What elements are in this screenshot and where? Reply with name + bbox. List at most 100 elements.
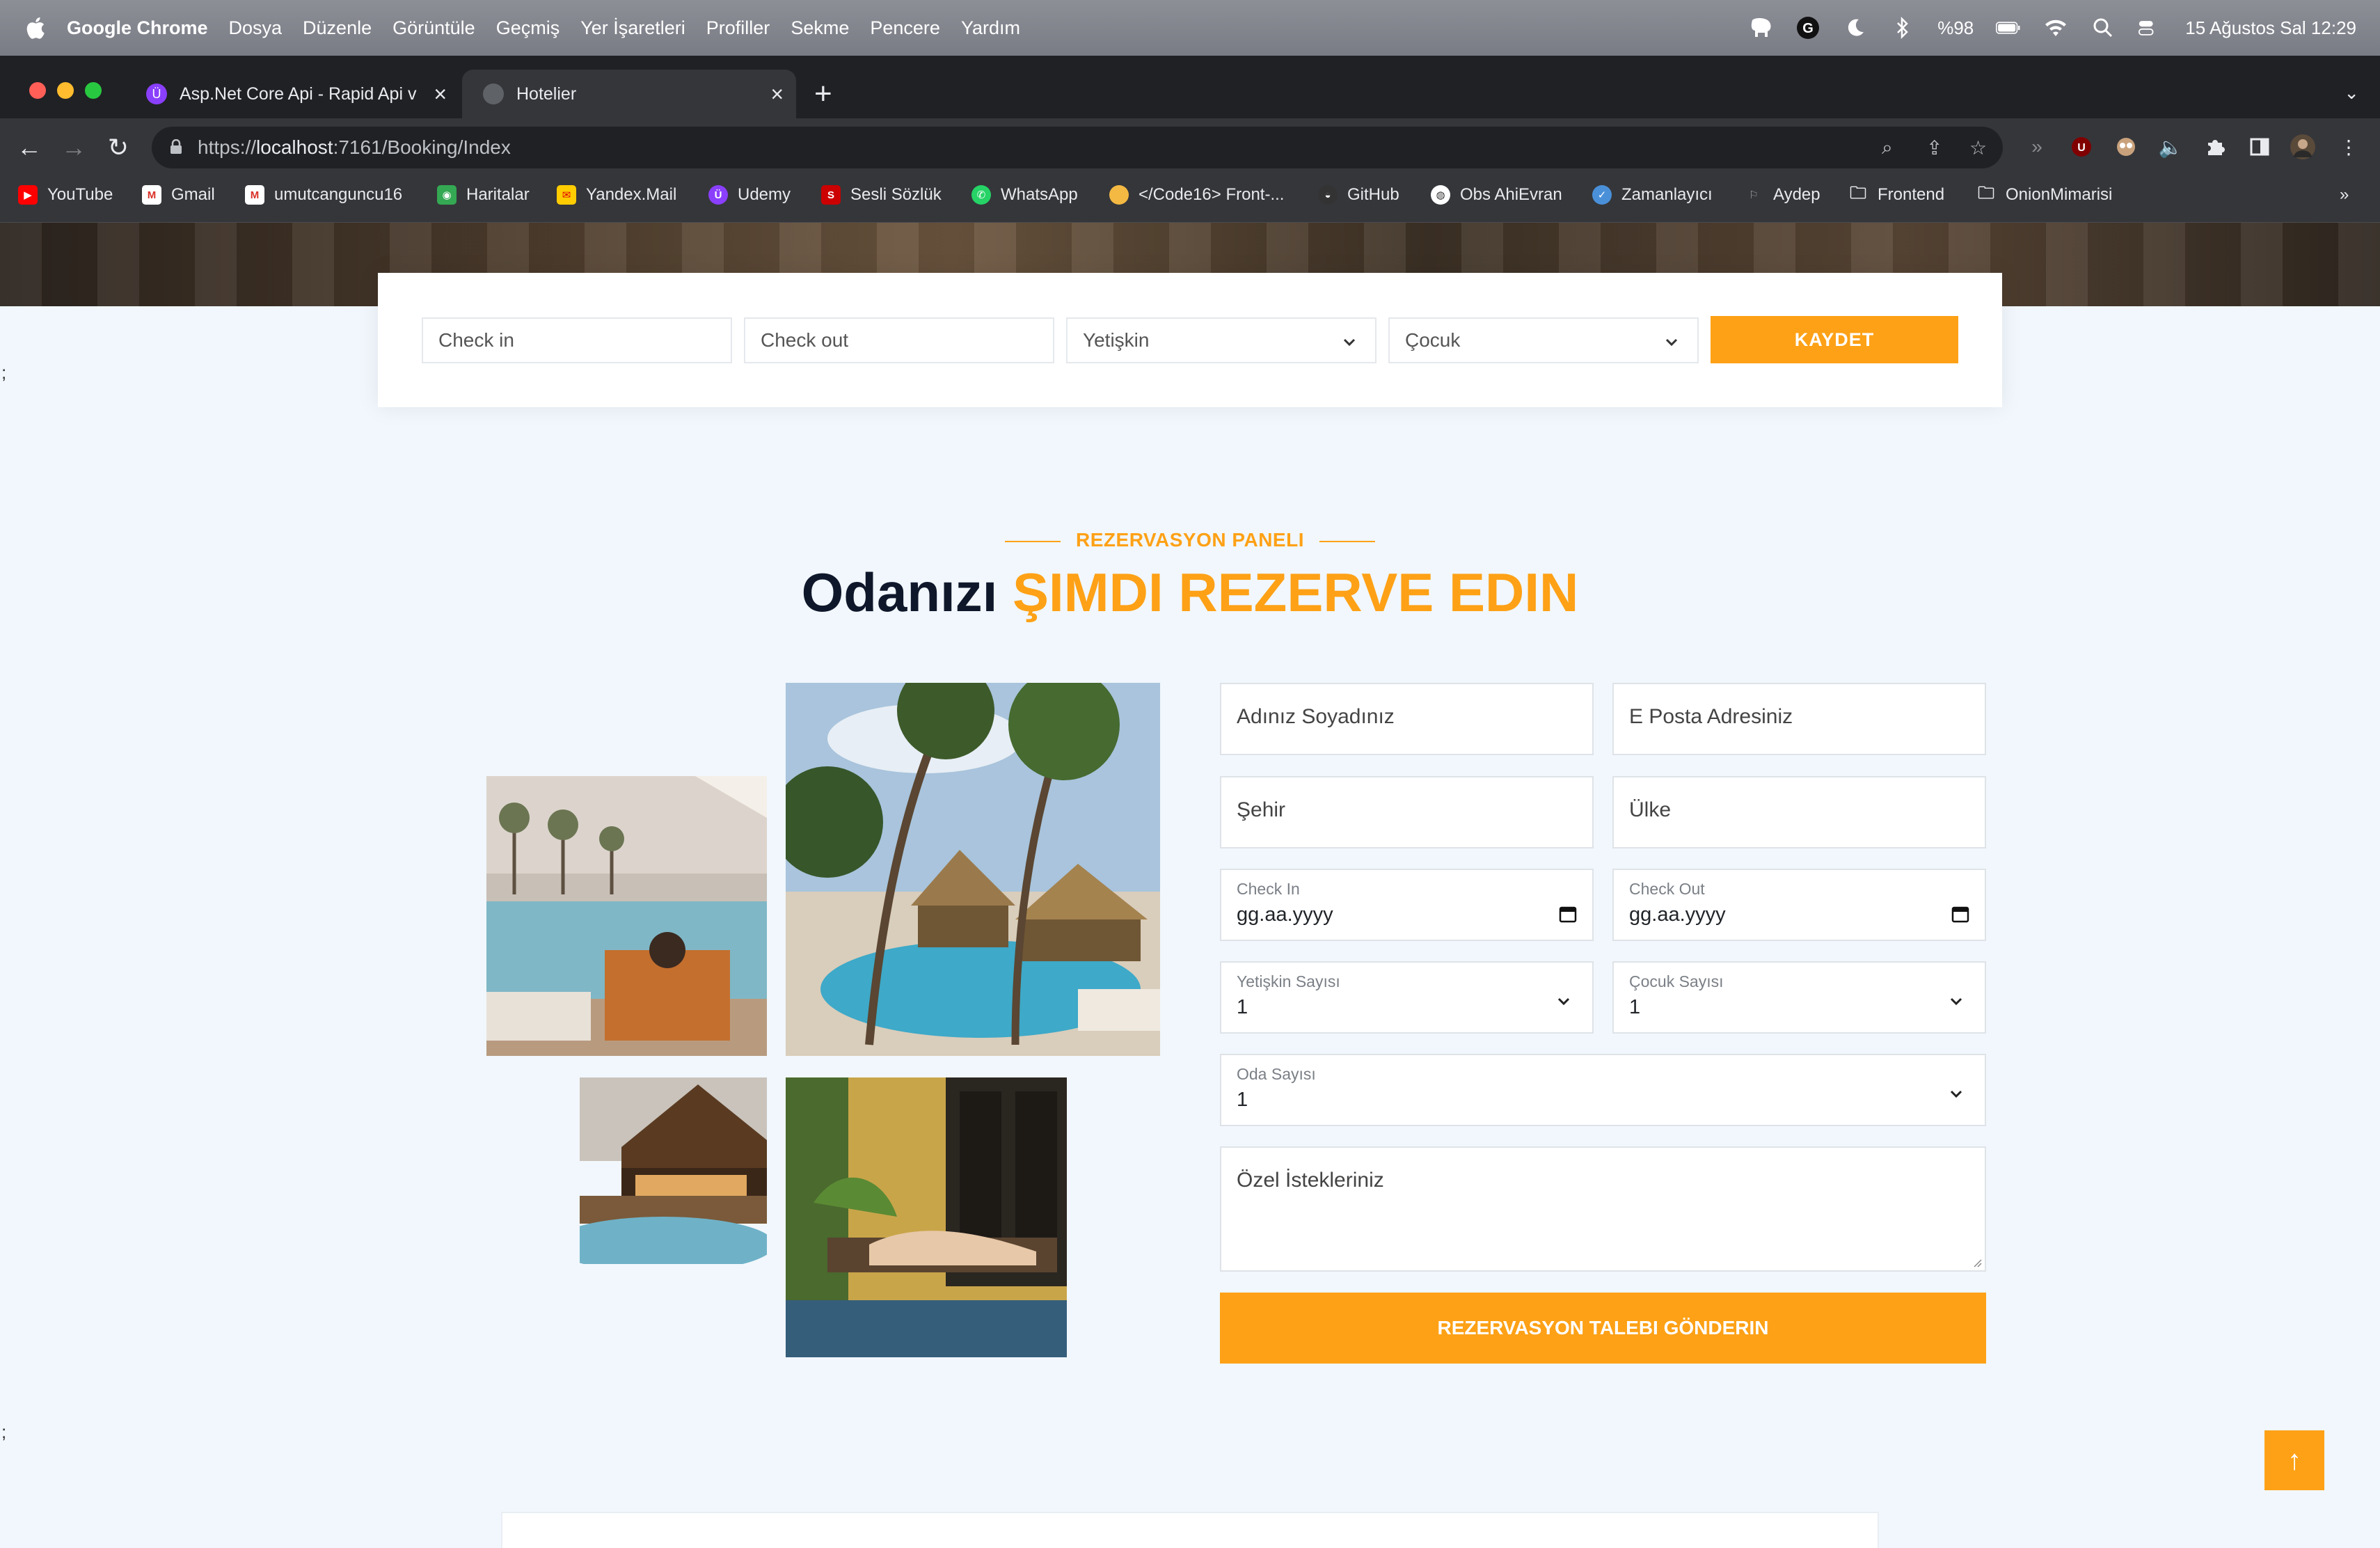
close-tab-icon[interactable]: × xyxy=(434,81,447,107)
url-host: localhost xyxy=(256,136,333,158)
wifi-icon[interactable] xyxy=(2043,15,2068,40)
bookmark-umutcanguncu16[interactable]: Mumutcanguncu16 xyxy=(245,185,402,205)
adult-select-value: Yetişkin xyxy=(1083,329,1150,351)
bookmark-label: Frontend xyxy=(1878,185,1945,204)
menu-yer-isaretleri[interactable]: Yer İşaretleri xyxy=(580,17,685,39)
title-accent: ŞIMDI REZERVE EDIN xyxy=(1012,562,1579,623)
bookmark-aydep[interactable]: ⚐ Aydep xyxy=(1744,185,1820,205)
section-title: Odanızı ŞIMDI REZERVE EDIN xyxy=(0,561,2380,624)
submit-reservation-button[interactable]: REZERVASYON TALEBI GÖNDERIN xyxy=(1220,1293,1986,1364)
extension-arrows-icon[interactable]: » xyxy=(2024,134,2050,160)
bookmark-udemy[interactable]: Ü Udemy xyxy=(708,185,791,205)
battery-percent: %98 xyxy=(1937,17,1974,38)
apple-icon[interactable] xyxy=(24,15,46,40)
battery-icon[interactable] xyxy=(1996,15,2021,40)
menu-gecmis[interactable]: Geçmiş xyxy=(496,17,560,39)
menubar-clock[interactable]: 15 Ağustos Sal 12:29 xyxy=(2185,17,2356,39)
menu-yardim[interactable]: Yardım xyxy=(961,17,1020,39)
new-tab-icon[interactable]: + xyxy=(814,77,832,111)
moon-icon[interactable] xyxy=(1843,15,1868,40)
kaydet-button[interactable]: KAYDET xyxy=(1711,316,1958,363)
udemy-favicon-icon: Ü xyxy=(146,84,167,104)
adult-select[interactable]: Yetişkin xyxy=(1066,317,1377,363)
forward-arrow-icon[interactable]: → xyxy=(58,132,89,163)
country-field[interactable]: Ülke xyxy=(1612,776,1986,848)
checkin-label: Check In xyxy=(1237,880,1300,898)
menu-goruntule[interactable]: Görüntüle xyxy=(392,17,475,39)
side-panel-icon[interactable] xyxy=(2246,134,2273,160)
menu-pencere[interactable]: Pencere xyxy=(870,17,940,39)
reload-icon[interactable]: ↻ xyxy=(103,132,134,163)
speaker-icon[interactable]: 🔈 xyxy=(2157,134,2184,160)
bookmark-folder-onionmimarisi[interactable]: 🗀 OnionMimarisi xyxy=(1976,184,2112,205)
back-to-top-button[interactable]: ↑ xyxy=(2264,1430,2324,1490)
tab-title: Asp.Net Core Api - Rapid Api v xyxy=(180,84,417,104)
app-name[interactable]: Google Chrome xyxy=(67,17,208,39)
city-placeholder: Şehir xyxy=(1237,798,1286,821)
bookmark-haritalar[interactable]: ◉ Haritalar xyxy=(437,185,530,205)
children-select[interactable]: Çocuk Sayısı 1 xyxy=(1612,961,1986,1034)
bookmark-yandex-mail[interactable]: ✉ Yandex.Mail xyxy=(557,185,676,205)
menu-duzenle[interactable]: Düzenle xyxy=(303,17,372,39)
bookmark-folder-frontend[interactable]: 🗀 Frontend xyxy=(1848,184,1945,205)
minimize-window-button[interactable] xyxy=(57,82,74,99)
name-field[interactable]: Adınız Soyadınız xyxy=(1220,683,1594,755)
eyebrow-text: REZERVASYON PANELI xyxy=(1076,529,1304,551)
bookmark-whatsapp[interactable]: ✆ WhatsApp xyxy=(971,185,1078,205)
menu-profiller[interactable]: Profiller xyxy=(706,17,770,39)
child-select-value: Çocuk xyxy=(1405,329,1461,351)
close-window-button[interactable] xyxy=(29,82,46,99)
bookmark-label: Zamanlayıcı xyxy=(1621,185,1713,204)
chevron-down-icon[interactable]: ⌄ xyxy=(2344,82,2359,104)
city-field[interactable]: Şehir xyxy=(1220,776,1594,848)
rooms-select[interactable]: Oda Sayısı 1 xyxy=(1220,1054,1986,1126)
resort-deck-photo xyxy=(580,1077,767,1264)
back-arrow-icon[interactable]: ← xyxy=(14,132,45,163)
bookmarks-overflow-icon[interactable]: » xyxy=(2340,185,2349,205)
lock-icon[interactable] xyxy=(170,139,182,155)
bookmark-github[interactable]: ◒ GitHub xyxy=(1318,185,1399,205)
rooms-label: Oda Sayısı xyxy=(1237,1065,1316,1083)
address-bar[interactable]: https://localhost:7161/Booking/Index xyxy=(152,127,2003,168)
bookmark-obs-ahievran[interactable]: ◍ Obs AhiEvran xyxy=(1431,185,1562,205)
calendar-icon[interactable] xyxy=(1559,905,1577,923)
special-requests-textarea[interactable]: Özel İstekleriniz xyxy=(1220,1146,1986,1272)
ublock-extension-icon[interactable]: U xyxy=(2068,134,2095,160)
elephant-icon[interactable] xyxy=(1748,15,1773,40)
requests-placeholder: Özel İstekleriniz xyxy=(1237,1169,1384,1192)
checkout-input[interactable]: Check out xyxy=(744,317,1054,363)
zoom-icon[interactable]: ⌕ xyxy=(1882,136,1893,159)
checkin-input[interactable]: Check in xyxy=(422,317,732,363)
eyebrow-line xyxy=(1319,540,1375,542)
bluetooth-icon[interactable] xyxy=(1890,15,1915,40)
email-field[interactable]: E Posta Adresiniz xyxy=(1612,683,1986,755)
chrome-menu-icon[interactable]: ⋮ xyxy=(2335,134,2362,160)
bookmark-sesli-sozluk[interactable]: S Sesli Sözlük xyxy=(821,185,942,205)
share-icon[interactable]: ⇪ xyxy=(1926,136,1942,159)
control-center-icon[interactable] xyxy=(2138,15,2163,40)
url-text[interactable]: https://localhost:7161/Booking/Index xyxy=(198,136,511,159)
bookmark-zamanlayici[interactable]: ✓ Zamanlayıcı xyxy=(1592,185,1713,205)
tab-hotelier[interactable]: Hotelier × xyxy=(462,70,796,118)
bookmark-youtube[interactable]: ▶ YouTube xyxy=(18,185,113,205)
menu-sekme[interactable]: Sekme xyxy=(791,17,849,39)
checkout-date-field[interactable]: Check Out gg.aa.yyyy xyxy=(1612,869,1986,941)
adults-select[interactable]: Yetişkin Sayısı 1 xyxy=(1220,961,1594,1034)
bookmark-code16[interactable]: </Code16> Front-... xyxy=(1109,185,1284,205)
tab-rapid-api[interactable]: Ü Asp.Net Core Api - Rapid Api v × xyxy=(125,70,459,118)
resize-handle-icon[interactable] xyxy=(1971,1256,1982,1267)
grammarly-icon[interactable]: G xyxy=(1795,15,1820,40)
eyebrow-line xyxy=(1005,540,1061,542)
puzzle-extensions-icon[interactable] xyxy=(2202,134,2228,160)
bookmark-star-icon[interactable]: ☆ xyxy=(1969,136,1987,159)
spotlight-search-icon[interactable] xyxy=(2091,15,2116,40)
menu-dosya[interactable]: Dosya xyxy=(229,17,283,39)
bookmark-gmail[interactable]: M Gmail xyxy=(142,185,215,205)
owl-extension-icon[interactable] xyxy=(2113,134,2139,160)
child-select[interactable]: Çocuk xyxy=(1388,317,1699,363)
close-tab-icon[interactable]: × xyxy=(770,81,784,107)
profile-avatar[interactable] xyxy=(2290,134,2316,160)
checkin-date-field[interactable]: Check In gg.aa.yyyy xyxy=(1220,869,1594,941)
maximize-window-button[interactable] xyxy=(85,82,102,99)
calendar-icon[interactable] xyxy=(1951,905,1969,923)
